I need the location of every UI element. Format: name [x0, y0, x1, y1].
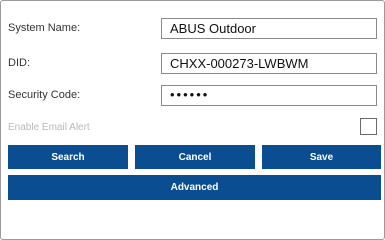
- cancel-button[interactable]: Cancel: [135, 145, 255, 169]
- did-field[interactable]: CHXX-000273-LWBWM: [161, 53, 377, 74]
- search-button[interactable]: Search: [8, 145, 128, 169]
- security-code-label: Security Code:: [8, 89, 81, 101]
- system-name-label: System Name:: [8, 22, 81, 34]
- did-label: DID:: [8, 57, 30, 69]
- save-button[interactable]: Save: [262, 145, 381, 169]
- settings-panel: System Name: ABUS Outdoor DID: CHXX-0002…: [0, 0, 385, 240]
- advanced-button[interactable]: Advanced: [8, 175, 381, 200]
- email-alert-checkbox[interactable]: [360, 118, 377, 135]
- security-code-field[interactable]: ••••••: [161, 85, 377, 106]
- email-alert-label: Enable Email Alert: [8, 122, 90, 133]
- system-name-field[interactable]: ABUS Outdoor: [161, 18, 377, 39]
